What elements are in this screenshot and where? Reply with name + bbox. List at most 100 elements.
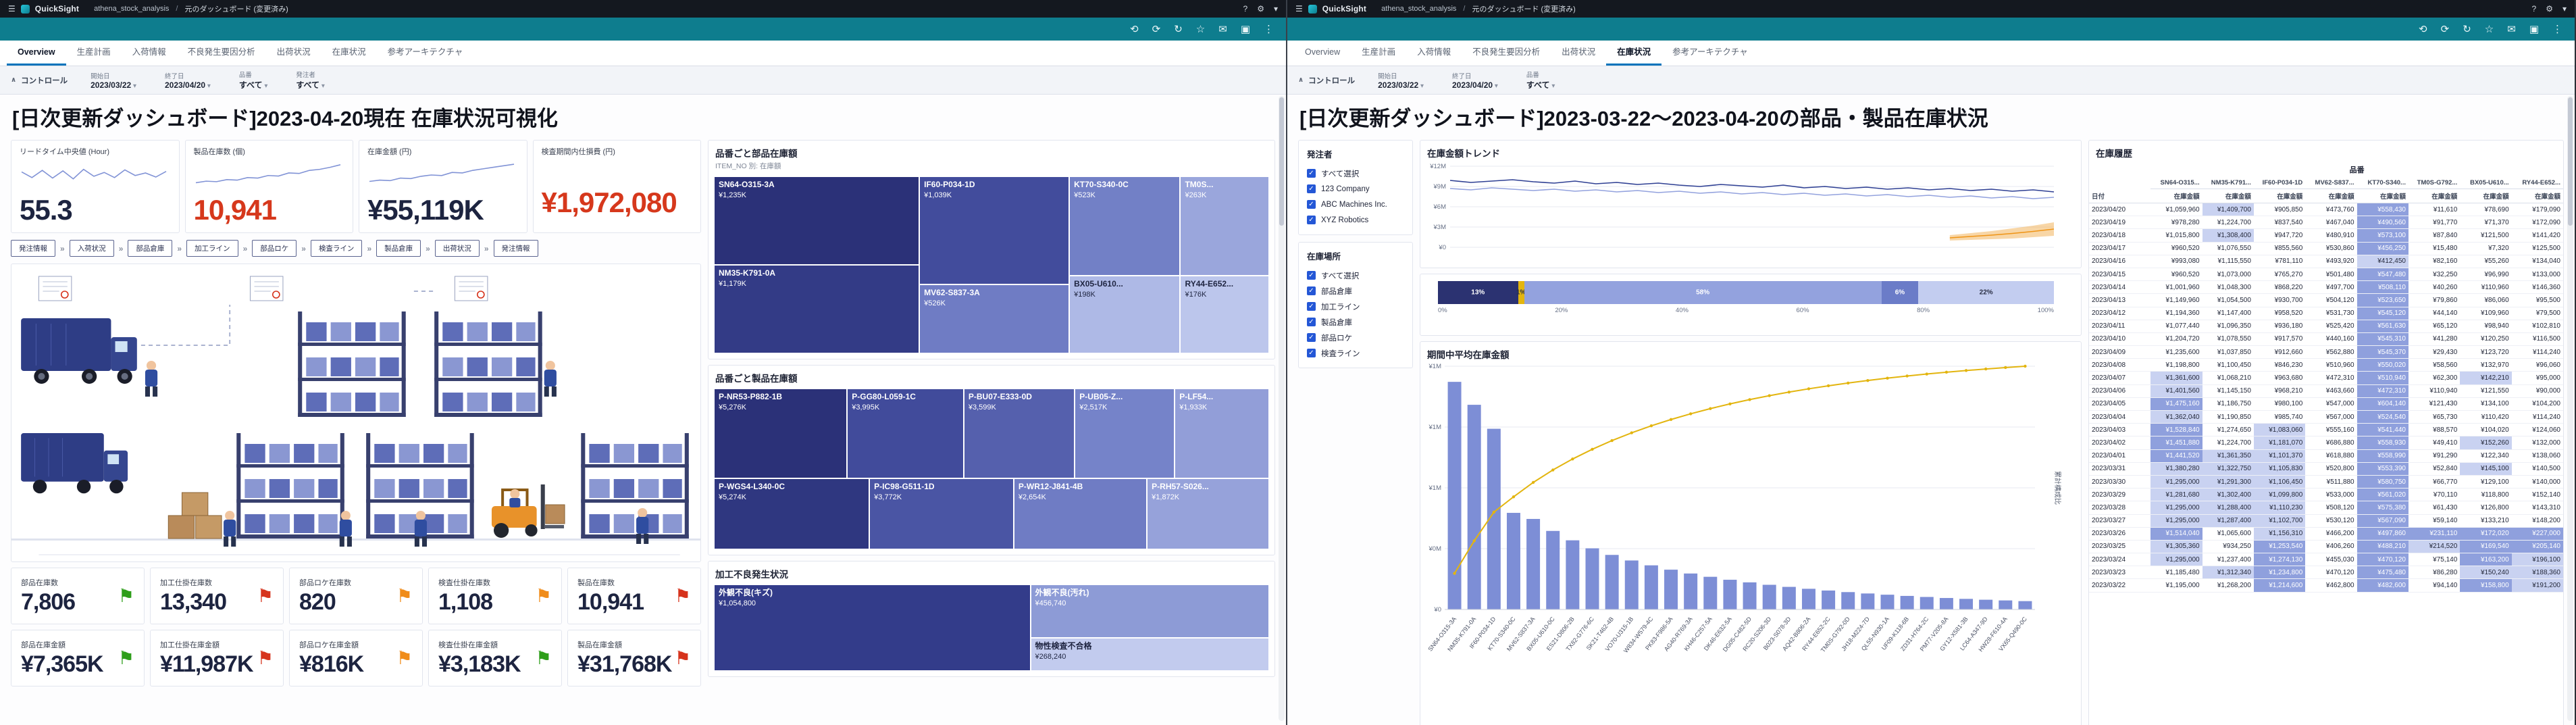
tab-出荷状況[interactable]: 出荷状況 — [266, 41, 321, 66]
refresh-icon[interactable]: ↻ — [1174, 23, 1183, 35]
controls-section-label[interactable]: ∧ コントロール — [11, 75, 68, 86]
checkbox-checked-icon[interactable]: ✓ — [1307, 349, 1316, 357]
column-header-BX05-U610...[interactable]: BX05-U610... — [2460, 177, 2512, 189]
fullscreen-icon[interactable]: ▣ — [2529, 23, 2539, 35]
control-開始日[interactable]: 開始日 2023/03/22 ▾ — [91, 70, 136, 91]
treemap-cell-P-WGS4-L340-0C[interactable]: P-WGS4-L340-0C ¥5,274K — [714, 478, 870, 549]
quicksight-logo[interactable]: QuickSight — [35, 4, 79, 14]
treemap-cell-TM0S...[interactable]: TM0S... ¥263K — [1180, 176, 1269, 276]
checkbox-checked-icon[interactable]: ✓ — [1307, 318, 1316, 326]
vertical-scrollbar[interactable] — [1279, 96, 1285, 721]
bookmark-icon[interactable]: ☆ — [1196, 23, 1205, 35]
control-品番[interactable]: 品番 すべて ▾ — [239, 70, 268, 91]
tab-不良発生要因分析[interactable]: 不良発生要因分析 — [177, 41, 266, 66]
stacked-segment-1%[interactable]: 1% — [1516, 281, 1526, 304]
stacked-segment-13%[interactable]: 13% — [1438, 281, 1518, 304]
menu-icon[interactable]: ☰ — [1295, 4, 1303, 14]
date-column-header[interactable]: 日付 — [2089, 189, 2151, 203]
scrollbar-thumb[interactable] — [1279, 97, 1284, 226]
filter-option-XYZ Robotics[interactable]: ✓ XYZ Robotics — [1307, 212, 1404, 228]
help-icon[interactable]: ? — [2532, 4, 2537, 14]
tab-参考アーキテクチャ[interactable]: 参考アーキテクチャ — [377, 41, 474, 66]
filter-option-部品ロケ[interactable]: ✓ 部品ロケ — [1307, 330, 1404, 345]
treemap-cell-P-WR12-J841-4B[interactable]: P-WR12-J841-4B ¥2,654K — [1013, 478, 1148, 549]
email-report-icon[interactable]: ✉ — [2507, 23, 2516, 35]
treemap-cell-P-LF54...[interactable]: P-LF54... ¥1,933K — [1175, 389, 1269, 479]
tab-参考アーキテクチャ[interactable]: 参考アーキテクチャ — [1661, 41, 1759, 66]
treemap-cell-P-NR53-P882-1B[interactable]: P-NR53-P882-1B ¥5,276K — [714, 389, 848, 479]
user-menu-icon[interactable]: ▾ — [1274, 4, 1278, 14]
redo-icon[interactable]: ⟳ — [1152, 23, 1161, 35]
treemap-cell-NM35-K791-0A[interactable]: NM35-K791-0A ¥1,179K — [714, 265, 920, 353]
user-menu-icon[interactable]: ▾ — [2562, 4, 2567, 14]
treemap-cell-外観不良(汚れ)[interactable]: 外観不良(汚れ) ¥456,740 — [1030, 584, 1269, 639]
fullscreen-icon[interactable]: ▣ — [1241, 23, 1250, 35]
redo-icon[interactable]: ⟳ — [2441, 23, 2450, 35]
checkbox-checked-icon[interactable]: ✓ — [1307, 184, 1316, 193]
treemap-cell-BX05-U610...[interactable]: BX05-U610... ¥198K — [1069, 275, 1181, 353]
treemap-cell-P-BU07-E333-0D[interactable]: P-BU07-E333-0D ¥3,599K — [963, 389, 1075, 479]
stacked-segment-22%[interactable]: 22% — [1918, 281, 2054, 304]
column-header-NM35-K791...[interactable]: NM35-K791... — [2202, 177, 2254, 189]
stacked-segment-6%[interactable]: 6% — [1881, 281, 1919, 304]
controls-section-label[interactable]: ∧ コントロール — [1298, 75, 1355, 86]
vertical-scrollbar[interactable] — [2567, 96, 2573, 721]
filter-option-検査ライン[interactable]: ✓ 検査ライン — [1307, 345, 1404, 361]
checkbox-checked-icon[interactable]: ✓ — [1307, 333, 1316, 342]
treemap-cell-外観不良(キズ)[interactable]: 外観不良(キズ) ¥1,054,800 — [714, 584, 1031, 671]
column-header-SN64-O315...[interactable]: SN64-O315... — [2150, 177, 2203, 189]
column-header-MV62-S837...[interactable]: MV62-S837... — [2305, 177, 2357, 189]
scrollbar-thumb[interactable] — [2568, 97, 2573, 226]
filter-option-製品倉庫[interactable]: ✓ 製品倉庫 — [1307, 314, 1404, 330]
checkbox-checked-icon[interactable]: ✓ — [1307, 302, 1316, 311]
menu-icon[interactable]: ☰ — [8, 4, 16, 14]
checkbox-checked-icon[interactable]: ✓ — [1307, 200, 1316, 209]
filter-option-部品倉庫[interactable]: ✓ 部品倉庫 — [1307, 283, 1404, 299]
tab-Overview[interactable]: Overview — [7, 41, 66, 66]
control-終了日[interactable]: 終了日 2023/04/20 ▾ — [165, 70, 211, 91]
help-icon[interactable]: ? — [1243, 4, 1248, 14]
undo-icon[interactable]: ⟲ — [1130, 23, 1139, 35]
filter-option-ABC Machines Inc.[interactable]: ✓ ABC Machines Inc. — [1307, 197, 1404, 212]
treemap-cell-P-IC98-G511-1D[interactable]: P-IC98-G511-1D ¥3,772K — [869, 478, 1014, 549]
treemap-cell-SN64-O315-3A[interactable]: SN64-O315-3A ¥1,235K — [714, 176, 920, 265]
breadcrumb-project[interactable]: athena_stock_analysis — [94, 5, 169, 13]
control-開始日[interactable]: 開始日 2023/03/22 ▾ — [1378, 70, 1424, 91]
checkbox-checked-icon[interactable]: ✓ — [1307, 216, 1316, 224]
control-終了日[interactable]: 終了日 2023/04/20 ▾ — [1452, 70, 1498, 91]
filter-option-すべて選択[interactable]: ✓ すべて選択 — [1307, 166, 1404, 181]
settings-icon[interactable]: ⚙ — [1257, 4, 1264, 14]
treemap-cell-物性検査不合格[interactable]: 物性検査不合格 ¥268,240 — [1030, 638, 1269, 671]
settings-icon[interactable]: ⚙ — [2546, 4, 2553, 14]
filter-option-加工ライン[interactable]: ✓ 加工ライン — [1307, 299, 1404, 314]
treemap-cell-KT70-S340-0C[interactable]: KT70-S340-0C ¥523K — [1069, 176, 1181, 276]
treemap-cell-P-RH57-S026...[interactable]: P-RH57-S026... ¥1,872K — [1147, 478, 1269, 549]
tab-入荷情報[interactable]: 入荷情報 — [122, 41, 177, 66]
control-品番[interactable]: 品番 すべて ▾ — [1526, 70, 1555, 91]
tab-入荷情報[interactable]: 入荷情報 — [1406, 41, 1462, 66]
breadcrumb-project[interactable]: athena_stock_analysis — [1381, 5, 1456, 13]
treemap-cell-IF60-P034-1D[interactable]: IF60-P034-1D ¥1,039K — [919, 176, 1070, 284]
treemap-cell-P-UB05-Z...[interactable]: P-UB05-Z... ¥2,517K — [1075, 389, 1175, 479]
tab-Overview[interactable]: Overview — [1294, 41, 1351, 66]
treemap-cell-MV62-S837-3A[interactable]: MV62-S837-3A ¥526K — [919, 284, 1070, 353]
undo-icon[interactable]: ⟲ — [2419, 23, 2427, 35]
column-header-TM0S-G792...[interactable]: TM0S-G792... — [2408, 177, 2461, 189]
checkbox-checked-icon[interactable]: ✓ — [1307, 169, 1316, 178]
column-header-IF60-P034-1D[interactable]: IF60-P034-1D — [2253, 177, 2306, 189]
more-menu-icon[interactable]: ⋮ — [1264, 23, 1274, 35]
tab-生産計画[interactable]: 生産計画 — [66, 41, 122, 66]
tab-在庫状況[interactable]: 在庫状況 — [321, 41, 377, 66]
more-menu-icon[interactable]: ⋮ — [2552, 23, 2562, 35]
stacked-segment-58%[interactable]: 58% — [1524, 281, 1882, 304]
tab-出荷状況[interactable]: 出荷状況 — [1551, 41, 1606, 66]
quicksight-logo[interactable]: QuickSight — [1322, 4, 1366, 14]
filter-option-すべて選択[interactable]: ✓ すべて選択 — [1307, 268, 1404, 283]
checkbox-checked-icon[interactable]: ✓ — [1307, 271, 1316, 280]
email-report-icon[interactable]: ✉ — [1218, 23, 1227, 35]
tab-生産計画[interactable]: 生産計画 — [1351, 41, 1406, 66]
treemap-cell-P-GG80-L059-1C[interactable]: P-GG80-L059-1C ¥3,995K — [847, 389, 964, 479]
control-発注者[interactable]: 発注者 すべて ▾ — [296, 70, 325, 91]
tab-不良発生要因分析[interactable]: 不良発生要因分析 — [1462, 41, 1551, 66]
filter-option-123 Company[interactable]: ✓ 123 Company — [1307, 181, 1404, 197]
